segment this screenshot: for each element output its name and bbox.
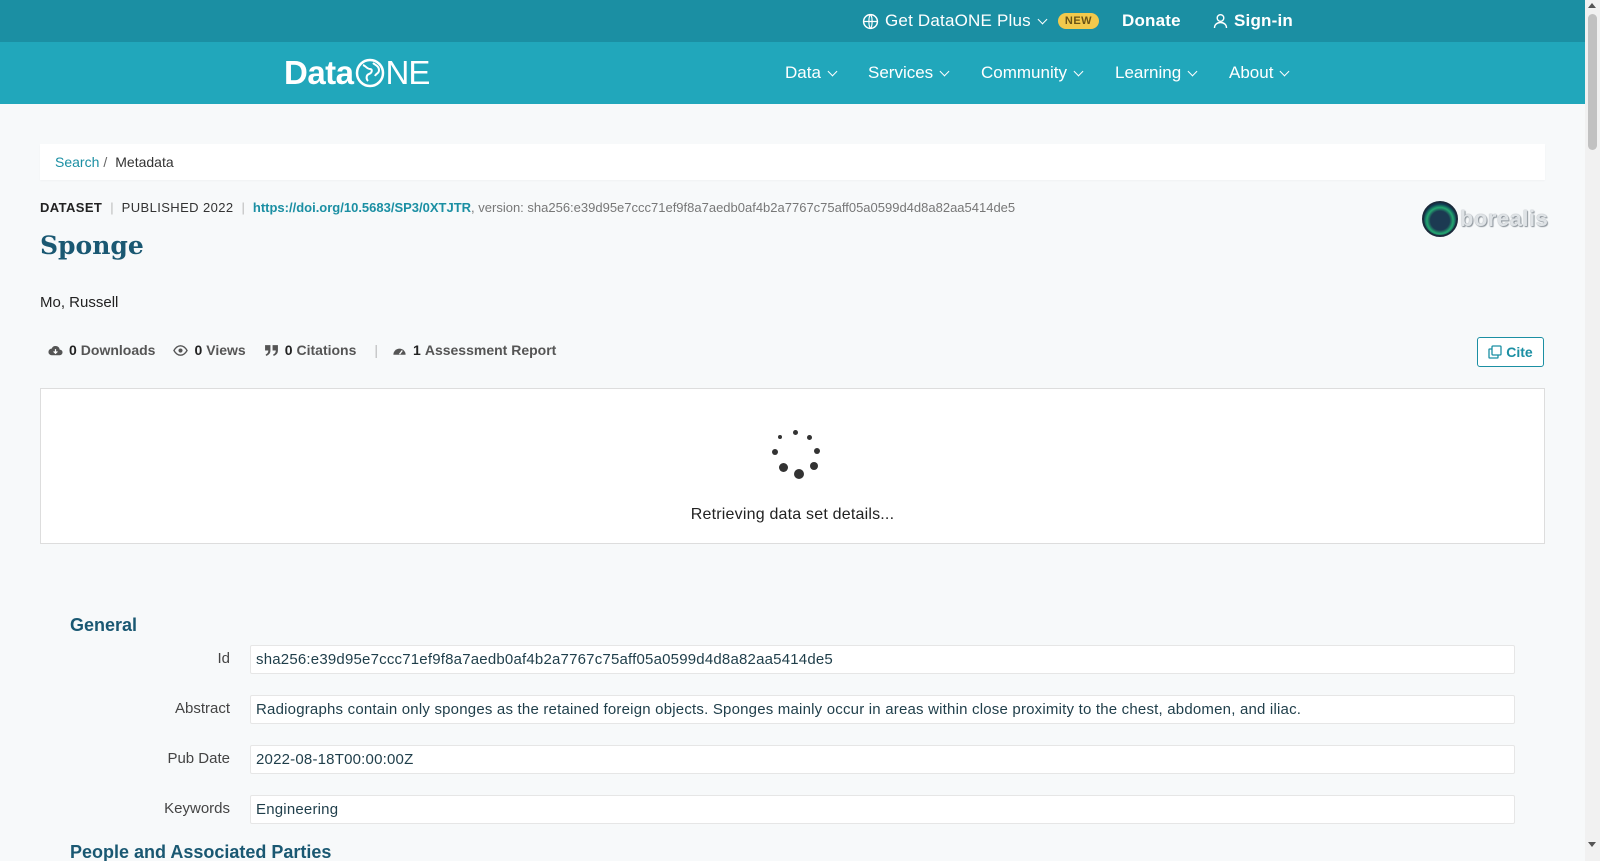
breadcrumb-separator: / (103, 154, 108, 170)
dataone-logo[interactable]: Data NE (284, 54, 431, 92)
quote-icon (264, 344, 278, 356)
donate-link[interactable]: Donate (1122, 0, 1181, 42)
divider: | (241, 200, 245, 215)
people-section-title: People and Associated Parties (70, 842, 332, 861)
nav-data-label: Data (785, 63, 821, 82)
nav-data[interactable]: Data (785, 42, 838, 104)
loading-message: Retrieving data set details... (690, 506, 895, 523)
divider: | (374, 342, 379, 358)
new-badge: NEW (1057, 13, 1100, 29)
nav-services-label: Services (868, 63, 934, 82)
assessment-label: Assessment Report (424, 342, 557, 358)
scroll-up-icon[interactable] (1588, 3, 1596, 8)
version-text: , version: sha256:e39d95e7ccc71ef9f8a7ae… (471, 200, 1016, 215)
metrics-bar: 0 Downloads 0 Views 0 Citations | 1 Asse… (48, 342, 574, 358)
published-year: PUBLISHED 2022 (121, 200, 234, 215)
globe-plus-icon (862, 13, 879, 29)
id-label: Id (217, 650, 230, 667)
citation-header: DATASET | PUBLISHED 2022 | https://doi.o… (40, 200, 1015, 215)
logo-text-data: Data (284, 54, 354, 91)
chevron-down-icon (827, 66, 838, 76)
citations-label: Citations (296, 342, 357, 358)
get-dataone-plus-menu[interactable]: Get DataONE Plus NEW (862, 0, 1100, 42)
nav-community-label: Community (981, 63, 1067, 82)
copy-icon (1488, 345, 1502, 359)
eye-icon (173, 344, 189, 356)
vertical-scrollbar[interactable] (1585, 0, 1600, 861)
views-label: Views (206, 342, 246, 358)
general-section-title: General (70, 615, 138, 635)
nav-about[interactable]: About (1229, 42, 1290, 104)
nav-learning-label: Learning (1115, 63, 1182, 82)
top-bar: Get DataONE Plus NEW Donate Sign-in (0, 0, 1585, 42)
loading-panel: Retrieving data set details... (40, 388, 1545, 544)
views-metric[interactable]: 0 Views (173, 342, 246, 358)
main-nav-bar: Data NE Data Services Community Learning… (0, 42, 1585, 104)
downloads-metric[interactable]: 0 Downloads (48, 342, 155, 358)
globe-logo-icon (355, 58, 384, 88)
user-icon (1213, 14, 1228, 29)
sign-in-link[interactable]: Sign-in (1213, 0, 1293, 42)
divider: | (110, 200, 114, 215)
nav-community[interactable]: Community (981, 42, 1084, 104)
dataset-author: Mo, Russell (40, 294, 119, 311)
nav-about-label: About (1229, 63, 1274, 82)
loading-spinner-icon (769, 429, 823, 483)
citations-metric[interactable]: 0 Citations (264, 342, 357, 358)
assessment-metric[interactable]: 1 Assessment Report (392, 342, 556, 358)
borealis-logo-text: borealis (1460, 206, 1549, 231)
assessment-count: 1 (413, 342, 421, 358)
downloads-count: 0 (69, 342, 77, 358)
abstract-label: Abstract (174, 700, 230, 717)
gauge-icon (393, 348, 406, 355)
chevron-down-icon (939, 66, 950, 76)
dataset-type-label: DATASET (40, 200, 103, 215)
scrollbar-thumb[interactable] (1588, 14, 1597, 150)
get-dataone-plus-label: Get DataONE Plus (885, 11, 1031, 30)
abstract-value: Radiographs contain only sponges as the … (250, 695, 1515, 724)
chevron-down-icon (1037, 14, 1048, 24)
id-value: sha256:e39d95e7ccc71ef9f8a7aedb0af4b2a77… (250, 645, 1515, 674)
breadcrumb-current: Metadata (115, 154, 174, 170)
keywords-value: Engineering (250, 795, 1515, 824)
cite-button-label: Cite (1506, 344, 1533, 360)
views-count: 0 (194, 342, 203, 358)
downloads-label: Downloads (80, 342, 156, 358)
chevron-down-icon (1073, 66, 1084, 76)
dataset-title: Sponge (40, 231, 144, 260)
sign-in-label: Sign-in (1234, 11, 1293, 30)
nav-services[interactable]: Services (868, 42, 950, 104)
borealis-repository-logo[interactable]: borealis (1422, 201, 1548, 237)
doi-link[interactable]: https://doi.org/10.5683/SP3/0XTJTR (253, 200, 471, 215)
cite-button[interactable]: Cite (1477, 337, 1544, 367)
nav-learning[interactable]: Learning (1115, 42, 1198, 104)
citations-count: 0 (284, 342, 293, 358)
chevron-down-icon (1279, 66, 1290, 76)
borealis-logo-icon (1422, 201, 1458, 237)
cloud-download-icon (48, 345, 63, 355)
breadcrumb-search-link[interactable]: Search (55, 154, 99, 170)
scroll-down-icon[interactable] (1588, 842, 1596, 847)
pub-date-value: 2022-08-18T00:00:00Z (250, 745, 1515, 774)
keywords-label: Keywords (164, 800, 230, 817)
pub-date-label: Pub Date (167, 750, 230, 767)
chevron-down-icon (1187, 66, 1198, 76)
breadcrumb: Search / Metadata (40, 144, 1545, 180)
logo-text-ne: NE (385, 54, 431, 91)
